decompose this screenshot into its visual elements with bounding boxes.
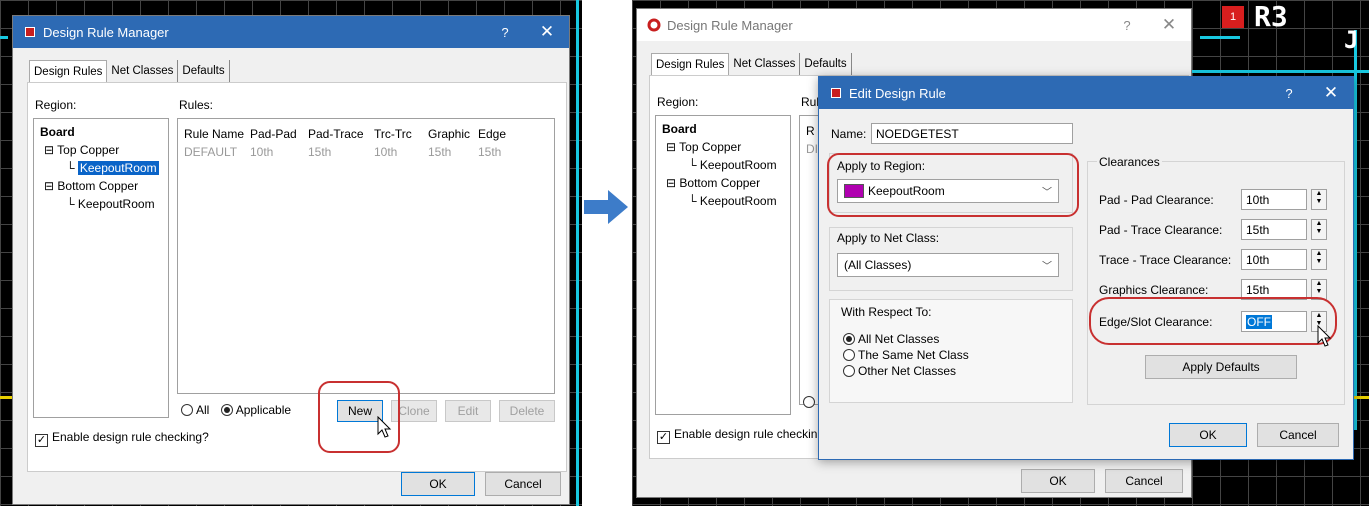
radio-all[interactable] <box>803 396 815 408</box>
design-rule-manager-left: Design Rule Manager ? ✕ Design Rules Net… <box>12 15 570 505</box>
tree-top-copper[interactable]: Top Copper <box>679 140 741 154</box>
pad-trace-label: Pad - Trace Clearance: <box>1099 223 1223 237</box>
edit-design-rule-dialog: Edit Design Rule ? ✕ Name: NOEDGETEST Ap… <box>818 76 1354 460</box>
ok-button[interactable]: OK <box>401 472 475 496</box>
app-icon <box>25 27 35 37</box>
close-button[interactable]: ✕ <box>525 22 569 42</box>
radio-applicable[interactable] <box>220 404 233 416</box>
name-label: Name: <box>831 127 867 141</box>
col-graphic[interactable]: Graphic <box>428 127 478 141</box>
tab-design-rules[interactable]: Design Rules <box>651 53 730 76</box>
col-trc-trc[interactable]: Trc-Trc <box>374 127 428 141</box>
close-button[interactable]: ✕ <box>1147 15 1191 35</box>
respect-option-label: Other Net Classes <box>858 364 957 378</box>
region-tree[interactable]: Board ⊟ Top Copper └ KeepoutRoom ⊟ Botto… <box>655 115 791 415</box>
help-button[interactable]: ? <box>485 25 525 40</box>
app-icon <box>647 18 661 32</box>
pad-trace-stepper[interactable]: ▲ ▼ <box>1311 219 1327 240</box>
help-button[interactable]: ? <box>1107 18 1147 33</box>
pad-pad-label: Pad - Pad Clearance: <box>1099 193 1214 207</box>
name-input[interactable]: NOEDGETEST <box>871 123 1073 144</box>
col-rule-name[interactable]: Rule Name <box>184 127 250 141</box>
window-title: Design Rule Manager <box>667 17 793 33</box>
rules-header: Rule Name Pad-Pad Pad-Trace Trc-Trc Grap… <box>178 119 554 143</box>
title-bar: Edit Design Rule ? ✕ <box>819 77 1353 109</box>
title-bar: Design Rule Manager ? ✕ <box>637 9 1191 41</box>
tab-net-classes[interactable]: Net Classes <box>729 53 801 76</box>
radio-all-label: All <box>196 403 210 417</box>
respect-option-label: All Net Classes <box>858 332 940 346</box>
table-row[interactable]: DEFAULT 10th 15th 10th 15th 15th <box>178 143 554 161</box>
cursor-icon <box>377 416 392 438</box>
col-pad-trace[interactable]: Pad-Trace <box>308 127 374 141</box>
trace-trace-stepper[interactable]: ▲ ▼ <box>1311 249 1327 270</box>
cancel-button[interactable]: Cancel <box>1105 469 1183 493</box>
tab-design-rules[interactable]: Design Rules <box>29 60 108 83</box>
respect-label: With Respect To: <box>841 305 932 319</box>
enable-drc-checkbox[interactable]: ✓ <box>657 431 670 444</box>
tab-net-classes[interactable]: Net Classes <box>107 60 179 83</box>
graphics-label: Graphics Clearance: <box>1099 283 1209 297</box>
col-edge[interactable]: Edge <box>478 127 518 141</box>
tree-bottom-keepout[interactable]: KeepoutRoom <box>78 197 155 211</box>
radio-other-net-classes[interactable] <box>843 365 855 377</box>
ok-button[interactable]: OK <box>1021 469 1095 493</box>
radio-same-net-class[interactable] <box>843 349 855 361</box>
radio-all[interactable] <box>181 404 193 416</box>
ok-button[interactable]: OK <box>1169 423 1247 447</box>
chevron-down-icon: ﹀ <box>1042 261 1052 273</box>
tree-top-keepout[interactable]: KeepoutRoom <box>700 158 777 172</box>
window-title: Design Rule Manager <box>43 24 169 40</box>
ref-label: R3 <box>1254 0 1288 33</box>
tab-defaults[interactable]: Defaults <box>178 60 230 83</box>
tree-board[interactable]: Board <box>662 120 784 138</box>
rules-label: Rul <box>801 95 820 109</box>
trace-trace-label: Trace - Trace Clearance: <box>1099 253 1232 267</box>
tree-board[interactable]: Board <box>40 123 162 141</box>
clearances-label: Clearances <box>1097 155 1162 169</box>
radio-all-net-classes[interactable] <box>843 333 855 345</box>
tree-top-keepout[interactable]: KeepoutRoom <box>77 161 159 175</box>
col-pad-pad[interactable]: Pad-Pad <box>250 127 308 141</box>
region-label: Region: <box>657 95 699 109</box>
net-class-value: (All Classes) <box>844 258 912 272</box>
tab-defaults[interactable]: Defaults <box>800 53 852 76</box>
close-button[interactable]: ✕ <box>1309 83 1353 103</box>
region-label: Region: <box>35 98 77 112</box>
help-button[interactable]: ? <box>1269 86 1309 101</box>
cancel-button[interactable]: Cancel <box>485 472 561 496</box>
apply-net-label: Apply to Net Class: <box>837 231 940 245</box>
trace-trace-input[interactable]: 10th <box>1241 249 1307 270</box>
arrow-right-icon <box>584 190 628 224</box>
cancel-button[interactable]: Cancel <box>1257 423 1339 447</box>
window-title: Edit Design Rule <box>849 85 946 101</box>
apply-defaults-button[interactable]: Apply Defaults <box>1145 355 1297 379</box>
pad-pad-input[interactable]: 10th <box>1241 189 1307 210</box>
tree-top-copper[interactable]: Top Copper <box>57 143 119 157</box>
rules-label: Rules: <box>179 98 214 112</box>
pad-marker: 1 <box>1222 6 1244 28</box>
app-icon <box>831 88 841 98</box>
enable-drc-checkbox[interactable]: ✓ <box>35 434 48 447</box>
region-tree[interactable]: Board ⊟ Top Copper └ KeepoutRoom ⊟ Botto… <box>33 118 169 418</box>
delete-button[interactable]: Delete <box>499 400 555 422</box>
pad-pad-stepper[interactable]: ▲ ▼ <box>1311 189 1327 210</box>
tree-bottom-copper[interactable]: Bottom Copper <box>679 176 760 190</box>
title-bar: Design Rule Manager ? ✕ <box>13 16 569 48</box>
net-class-select[interactable]: (All Classes) ﹀ <box>837 253 1059 277</box>
rules-list[interactable]: Rule Name Pad-Pad Pad-Trace Trc-Trc Grap… <box>177 118 555 394</box>
radio-applicable-label: Applicable <box>235 403 292 417</box>
pad-trace-input[interactable]: 15th <box>1241 219 1307 240</box>
enable-drc-label: Enable design rule checkin <box>674 427 818 441</box>
region-callout <box>827 153 1079 217</box>
ref-label-2: J <box>1344 26 1359 54</box>
edge-slot-callout <box>1089 297 1337 345</box>
tree-bottom-copper[interactable]: Bottom Copper <box>57 179 138 193</box>
edit-button[interactable]: Edit <box>445 400 491 422</box>
respect-option-label: The Same Net Class <box>858 348 969 362</box>
enable-drc-label: Enable design rule checking? <box>52 430 209 444</box>
cursor-icon <box>1317 325 1332 347</box>
tree-bottom-keepout[interactable]: KeepoutRoom <box>700 194 777 208</box>
